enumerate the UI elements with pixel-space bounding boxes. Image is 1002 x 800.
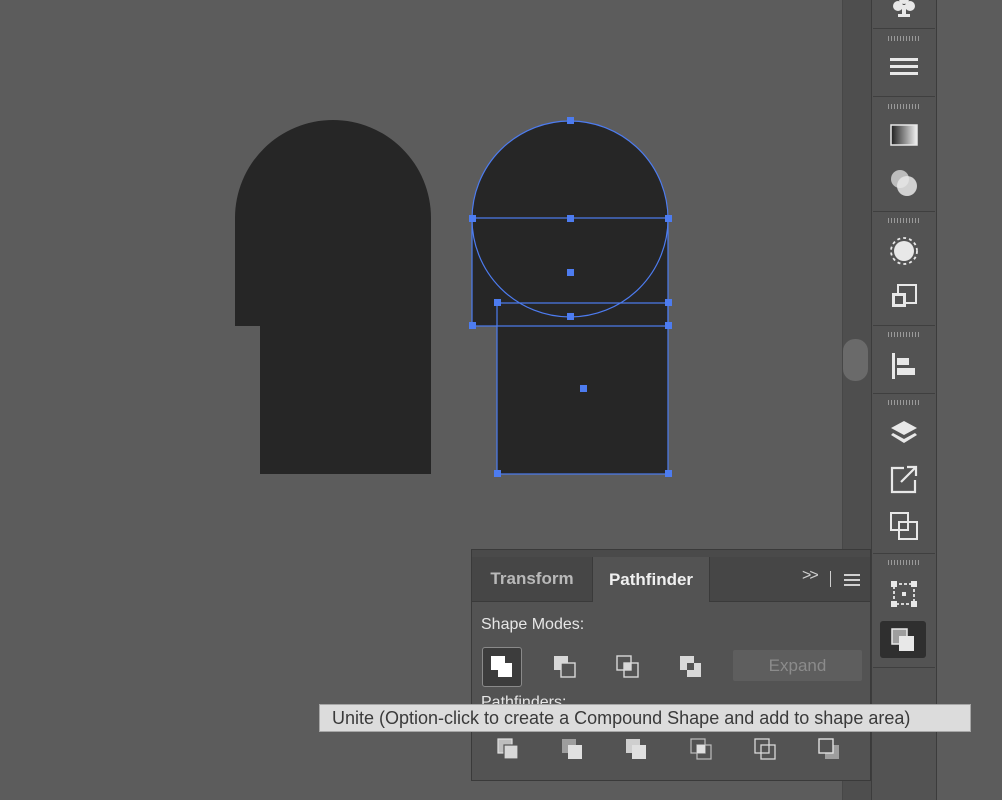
unite-icon — [491, 656, 512, 677]
dock-grip[interactable] — [888, 36, 919, 41]
trim-button[interactable] — [553, 730, 593, 770]
graphic-styles-icon[interactable] — [881, 277, 927, 317]
dock-grip[interactable] — [888, 332, 919, 337]
dock-edge — [937, 0, 1002, 800]
transform-icon[interactable] — [881, 574, 927, 614]
transparency-icon[interactable] — [881, 163, 927, 203]
tab-transform[interactable]: Transform — [472, 557, 592, 601]
dock-grip[interactable] — [888, 560, 919, 565]
artboards-icon[interactable] — [881, 506, 927, 546]
outline-icon — [754, 738, 776, 760]
dock-grip[interactable] — [888, 400, 919, 405]
appearance-icon[interactable] — [881, 231, 927, 271]
collapse-panel-button[interactable]: >> — [802, 567, 819, 585]
dock-separator — [873, 96, 935, 97]
dock-separator — [873, 393, 935, 394]
crop-button[interactable] — [682, 730, 722, 770]
align-icon[interactable] — [881, 346, 927, 386]
layers-icon[interactable] — [881, 413, 927, 453]
tab-pathfinder[interactable]: Pathfinder — [592, 557, 710, 602]
export-icon[interactable] — [881, 459, 927, 499]
gradient-icon[interactable] — [881, 115, 927, 155]
minus-back-icon — [818, 738, 839, 759]
intersect-button[interactable] — [608, 647, 648, 687]
pathfinder-panel: Transform Pathfinder >> Shape Modes: Exp… — [471, 549, 871, 781]
dock-separator — [873, 211, 935, 212]
dock-grip[interactable] — [888, 104, 919, 109]
dock-grip[interactable] — [888, 218, 919, 223]
exclude-button[interactable] — [671, 647, 711, 687]
minus-front-button[interactable] — [545, 647, 585, 687]
panel-tab-bar: Transform Pathfinder >> — [472, 557, 870, 602]
minus-back-button[interactable] — [810, 730, 850, 770]
trim-icon — [562, 739, 582, 759]
unite-tooltip: Unite (Option-click to create a Compound… — [319, 704, 971, 732]
stroke-lines-icon[interactable] — [881, 47, 927, 87]
merged-arch-shape[interactable] — [235, 120, 431, 474]
dock-separator — [873, 667, 935, 668]
tab-divider — [830, 571, 831, 587]
dock-separator — [873, 553, 935, 554]
panel-drag-bar[interactable] — [472, 550, 870, 557]
vertical-scroll-thumb[interactable] — [843, 339, 868, 381]
minus-front-icon — [554, 656, 576, 678]
unite-button[interactable] — [482, 647, 522, 687]
outline-button[interactable] — [746, 730, 786, 770]
intersect-icon — [616, 655, 639, 678]
club-icon[interactable] — [881, 0, 927, 26]
dock-separator — [873, 325, 935, 326]
merge-button[interactable] — [617, 730, 657, 770]
crop-icon — [690, 738, 712, 760]
panel-menu-icon[interactable] — [844, 574, 860, 586]
exclude-icon — [680, 656, 701, 677]
expand-button[interactable]: Expand — [733, 650, 862, 681]
pathfinder-icon[interactable] — [880, 621, 926, 658]
shape-modes-label: Shape Modes: — [481, 616, 585, 633]
dock-separator — [873, 28, 935, 29]
merge-icon — [626, 739, 646, 759]
divide-button[interactable] — [489, 730, 529, 770]
divide-icon — [497, 738, 519, 760]
